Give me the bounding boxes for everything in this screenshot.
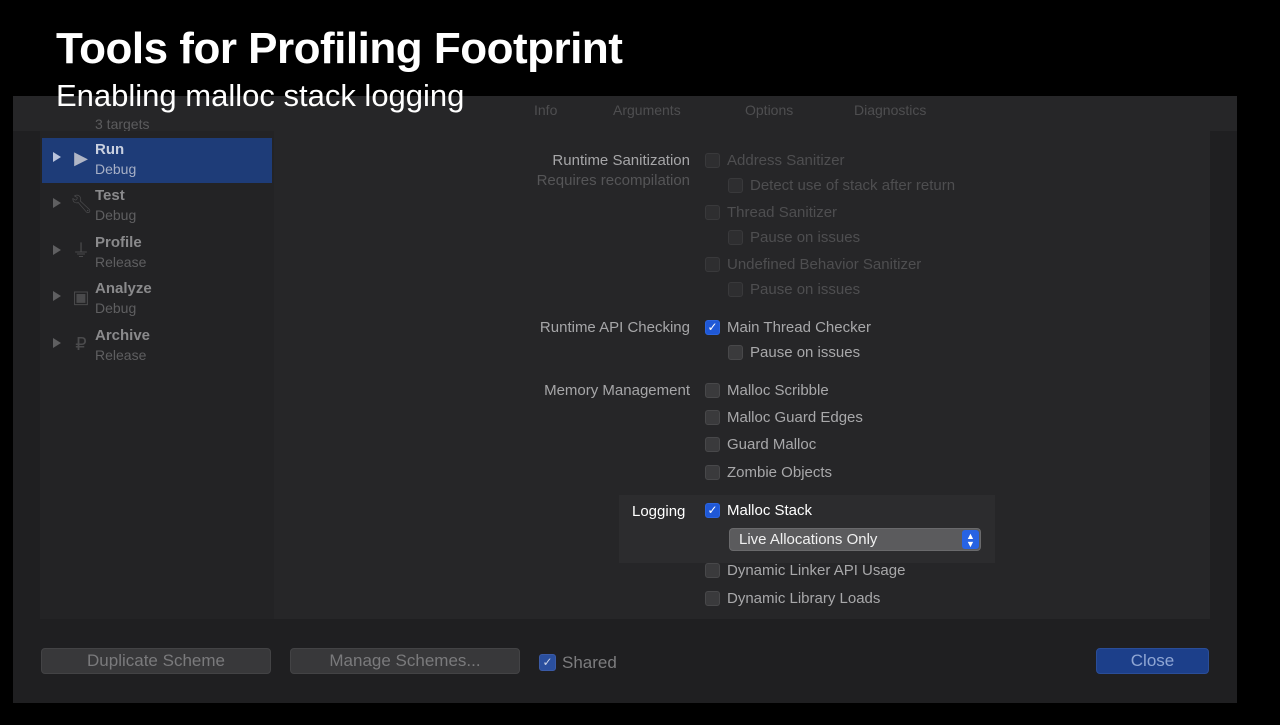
sidebar-item-analyze[interactable]: ▣ Analyze Debug: [42, 277, 272, 322]
disclosure-triangle-icon[interactable]: [53, 245, 61, 255]
disclosure-triangle-icon[interactable]: [53, 198, 61, 208]
sidebar-item-archive[interactable]: ₽ Archive Release: [42, 324, 272, 369]
malloc-stack-checkbox[interactable]: ✓: [705, 503, 720, 518]
manage-schemes-button[interactable]: Manage Schemes...: [290, 648, 520, 674]
logging-label: Logging: [632, 503, 686, 520]
malloc-guard-edges-label: Malloc Guard Edges: [727, 409, 863, 426]
play-icon: ▶: [74, 148, 88, 168]
shared-label: Shared: [562, 653, 617, 672]
zombie-objects-label: Zombie Objects: [727, 464, 833, 481]
main-thread-checker-checkbox[interactable]: ✓: [705, 320, 720, 335]
thread-pause-label: Pause on issues: [750, 229, 861, 246]
shared-checkbox[interactable]: ✓: [539, 654, 556, 671]
sidebar-item-title: Profile: [95, 234, 142, 251]
archive-icon: ₽: [75, 334, 87, 354]
sidebar-item-title: Test: [95, 187, 125, 204]
malloc-stack-label: Malloc Stack: [727, 502, 813, 519]
disclosure-triangle-icon[interactable]: [53, 291, 61, 301]
guard-malloc-label: Guard Malloc: [727, 436, 817, 453]
duplicate-scheme-button[interactable]: Duplicate Scheme: [41, 648, 271, 674]
targets-count: 3 targets: [95, 116, 150, 132]
malloc-scribble-checkbox[interactable]: [705, 383, 720, 398]
sidebar-item-test[interactable]: 🔧︎ Test Debug: [42, 184, 272, 229]
address-sanitizer-label: Address Sanitizer: [727, 152, 845, 169]
ub-sanitizer-checkbox[interactable]: [705, 257, 720, 272]
logging-highlight: Logging ✓ Malloc Stack Live Allocations …: [619, 495, 995, 563]
sidebar-item-title: Run: [95, 141, 125, 158]
thread-sanitizer-checkbox[interactable]: [705, 205, 720, 220]
scheme-action-sidebar: ▶ Run Debug 🔧︎ Test Debug ⏚ Profile Rele…: [40, 131, 274, 619]
malloc-scribble-label: Malloc Scribble: [727, 382, 829, 399]
sidebar-item-config: Debug: [95, 300, 137, 316]
analyze-icon: ▣: [72, 287, 90, 307]
main-thread-checker-label: Main Thread Checker: [727, 319, 871, 336]
slide-title: Tools for Profiling Footprint: [56, 24, 623, 73]
scheme-editor-window: 3 targets Info Arguments Options Diagnos…: [13, 96, 1237, 703]
tab-diagnostics[interactable]: Diagnostics: [854, 102, 926, 118]
sidebar-item-title: Analyze: [95, 280, 152, 297]
dynamic-linker-checkbox[interactable]: [705, 563, 720, 578]
sidebar-item-title: Archive: [95, 327, 151, 344]
thread-sanitizer-label: Thread Sanitizer: [727, 204, 838, 221]
thread-pause-checkbox[interactable]: [728, 230, 743, 245]
main-thread-pause-checkbox[interactable]: [728, 345, 743, 360]
detect-stack-checkbox[interactable]: [728, 178, 743, 193]
ub-pause-label: Pause on issues: [750, 281, 861, 298]
sidebar-item-config: Release: [95, 254, 147, 270]
sidebar-item-profile[interactable]: ⏚ Profile Release: [42, 231, 272, 276]
ub-sanitizer-label: Undefined Behavior Sanitizer: [727, 256, 922, 273]
disclosure-triangle-icon[interactable]: [53, 152, 61, 162]
sidebar-item-config: Debug: [95, 161, 137, 177]
sidebar-item-run[interactable]: ▶ Run Debug: [42, 138, 272, 183]
zombie-objects-checkbox[interactable]: [705, 465, 720, 480]
dynamic-library-label: Dynamic Library Loads: [727, 590, 881, 607]
runtime-api-checking-label: Runtime API Checking: [539, 319, 690, 336]
runtime-sanitization-label: Runtime Sanitization: [552, 152, 690, 169]
disclosure-triangle-icon[interactable]: [53, 338, 61, 348]
address-sanitizer-checkbox[interactable]: [705, 153, 720, 168]
malloc-guard-edges-checkbox[interactable]: [705, 410, 720, 425]
detect-stack-label: Detect use of stack after return: [750, 177, 956, 194]
up-down-chevron-icon: ▲ ▼: [962, 530, 979, 549]
ub-pause-checkbox[interactable]: [728, 282, 743, 297]
tab-options[interactable]: Options: [745, 102, 793, 118]
main-thread-pause-label: Pause on issues: [750, 344, 861, 361]
wrench-icon: 🔧︎: [70, 194, 93, 214]
sidebar-item-config: Debug: [95, 207, 137, 223]
sidebar-item-config: Release: [95, 347, 147, 363]
tab-info[interactable]: Info: [534, 102, 557, 118]
close-button[interactable]: Close: [1096, 648, 1209, 674]
popup-selected-value: Live Allocations Only: [739, 531, 878, 548]
dynamic-linker-label: Dynamic Linker API Usage: [727, 562, 906, 579]
memory-management-label: Memory Management: [544, 382, 690, 399]
tab-arguments[interactable]: Arguments: [613, 102, 681, 118]
instruments-icon: ⏚: [72, 241, 90, 261]
guard-malloc-checkbox[interactable]: [705, 437, 720, 452]
requires-recompilation-note: Requires recompilation: [536, 172, 690, 189]
malloc-stack-mode-popup[interactable]: Live Allocations Only ▲ ▼: [729, 528, 981, 551]
slide-subtitle: Enabling malloc stack logging: [56, 78, 465, 113]
dynamic-library-checkbox[interactable]: [705, 591, 720, 606]
